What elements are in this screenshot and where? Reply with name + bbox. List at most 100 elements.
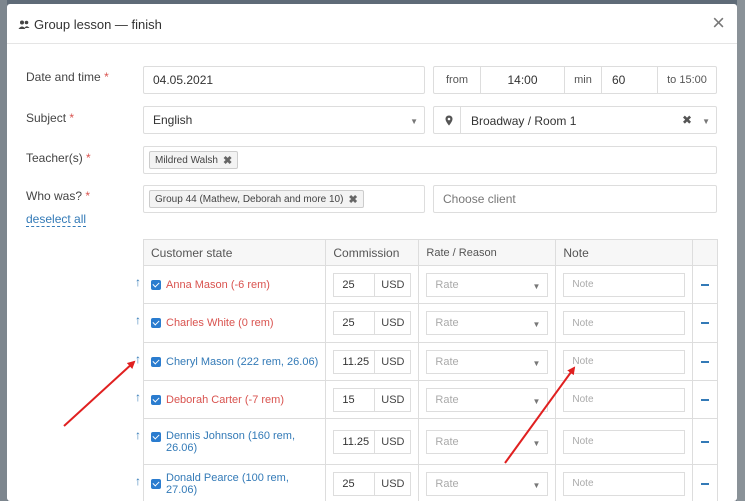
clear-icon[interactable]: ✖ [682,113,692,127]
commission-input[interactable]: 11.25 [333,349,376,374]
modal-title: Group lesson — finish [18,17,162,32]
rate-placeholder: Rate [435,393,459,406]
group-tag: Group 44 (Mathew, Deborah and more 10) ✖ [149,190,364,208]
row-checkbox[interactable] [151,431,161,442]
backdrop-left [0,0,7,501]
currency-label: USD [375,387,412,412]
duration-input[interactable]: 60 [602,67,658,93]
subject-label: Subject * [26,111,75,125]
remove-icon[interactable]: ✖ [223,154,232,167]
deselect-all-link[interactable]: deselect all [26,212,87,227]
map-pin-icon [445,115,453,126]
rate-placeholder: Rate [435,278,459,291]
note-input[interactable]: Note [563,471,686,496]
remove-row-button[interactable] [701,440,710,443]
from-label: from [434,67,481,93]
move-up-icon[interactable]: ↑ [135,313,141,327]
row-checkbox[interactable] [151,318,161,328]
chevron-down-icon: ▼ [532,358,541,368]
customer-cell: Cheryl Mason (222 rem, 26.06) [151,356,318,368]
header-customer-state: Customer state [142,239,327,266]
table-row: Charles White (0 rem) 25 USD Rate ▼ Note [142,303,718,343]
commission-input[interactable]: 11.25 [333,429,376,454]
subject-select[interactable]: English ▼ [143,106,425,134]
rate-select[interactable]: Rate ▼ [426,471,549,496]
table-row: Cheryl Mason (222 rem, 26.06) 11.25 USD R… [142,342,718,381]
rate-placeholder: Rate [435,317,459,329]
table-row: Anna Mason (-6 rem) 25 USD Rate ▼ Note [142,265,718,304]
table-row: Deborah Carter (-7 rem) 15 USD Rate ▼ Note [142,380,718,419]
note-input[interactable]: Note [563,429,686,454]
teacher-select[interactable]: Mildred Walsh ✖ [143,146,717,174]
currency-label: USD [375,272,412,297]
client-select[interactable]: Choose client [433,185,717,213]
row-checkbox[interactable] [151,279,161,290]
commission-input[interactable]: 25 [333,471,376,496]
table-row: Dennis Johnson (160 rem, 26.06) 11.25 USD… [142,418,718,465]
note-input[interactable]: Note [563,387,686,412]
table-row: Donald Pearce (100 rem, 27.06) 25 USD Rat… [142,464,718,501]
customer-cell: Anna Mason (-6 rem) [151,279,318,291]
customer-cell: Donald Pearce (100 rem, 27.06) [151,472,318,496]
rate-placeholder: Rate [435,435,459,448]
remove-row-button[interactable] [701,283,710,286]
rate-select[interactable]: Rate ▼ [426,349,549,374]
rate-placeholder: Rate [435,355,459,368]
remove-row-button[interactable] [701,398,710,401]
remove-row-button[interactable] [701,360,710,363]
rate-select[interactable]: Rate ▼ [426,311,549,335]
rate-select[interactable]: Rate ▼ [426,429,549,454]
customer-name[interactable]: Donald Pearce (100 rem, 27.06) [166,472,318,496]
chevron-down-icon: ▼ [702,117,710,126]
customer-cell: Charles White (0 rem) [151,317,318,329]
customer-name[interactable]: Anna Mason (-6 rem) [166,279,270,291]
time-input[interactable]: 14:00 [481,67,565,93]
subject-value: English [153,113,193,127]
chevron-down-icon: ▼ [532,438,541,448]
note-input[interactable]: Note [563,349,686,374]
customer-name[interactable]: Charles White (0 rem) [166,317,274,329]
note-input[interactable]: Note [563,272,686,297]
currency-label: USD [375,311,412,335]
teacher-label: Teacher(s) * [26,151,91,165]
rate-placeholder: Rate [435,477,459,490]
date-label: Date and time * [26,70,109,84]
time-range-group: from 14:00 min 60 to 15:00 [433,66,717,94]
rate-select[interactable]: Rate ▼ [426,272,549,297]
chevron-down-icon: ▼ [410,117,418,126]
customer-name[interactable]: Deborah Carter (-7 rem) [166,394,284,406]
commission-input[interactable]: 25 [333,272,376,297]
modal-title-text: Group lesson — finish [34,17,162,32]
end-time-label: to 15:00 [667,74,707,86]
location-select[interactable]: Broadway / Room 1 ✖ ▼ [433,106,717,134]
remove-icon[interactable]: ✖ [348,193,357,206]
date-input[interactable]: 04.05.2021 [143,66,425,94]
move-up-icon[interactable]: ↑ [135,428,141,442]
commission-input[interactable]: 15 [333,387,376,412]
note-input[interactable]: Note [563,311,686,335]
divider [460,107,461,133]
row-checkbox[interactable] [151,478,161,489]
row-checkbox[interactable] [151,356,161,367]
close-button[interactable]: × [712,12,725,34]
remove-row-button[interactable] [701,482,710,485]
move-up-icon[interactable]: ↑ [135,474,141,488]
backdrop-right [737,0,745,501]
chevron-down-icon: ▼ [532,281,541,291]
header-commission: Commission [325,239,420,266]
customer-name[interactable]: Cheryl Mason (222 rem, 26.06) [166,356,318,368]
move-up-icon[interactable]: ↑ [135,275,141,289]
header-actions [692,239,718,266]
header-rate-reason: Rate / Reason [418,239,557,266]
move-up-icon[interactable]: ↑ [135,390,141,404]
group-select[interactable]: Group 44 (Mathew, Deborah and more 10) ✖ [143,185,425,213]
commission-input[interactable]: 25 [333,311,376,335]
row-checkbox[interactable] [151,394,161,405]
remove-row-button[interactable] [701,322,710,324]
rate-select[interactable]: Rate ▼ [426,387,549,412]
teacher-name: Mildred Walsh [155,154,218,166]
teacher-tag: Mildred Walsh ✖ [149,151,239,169]
move-up-icon[interactable]: ↑ [135,352,141,366]
currency-label: USD [375,471,412,496]
customer-name[interactable]: Dennis Johnson (160 rem, 26.06) [166,430,316,454]
